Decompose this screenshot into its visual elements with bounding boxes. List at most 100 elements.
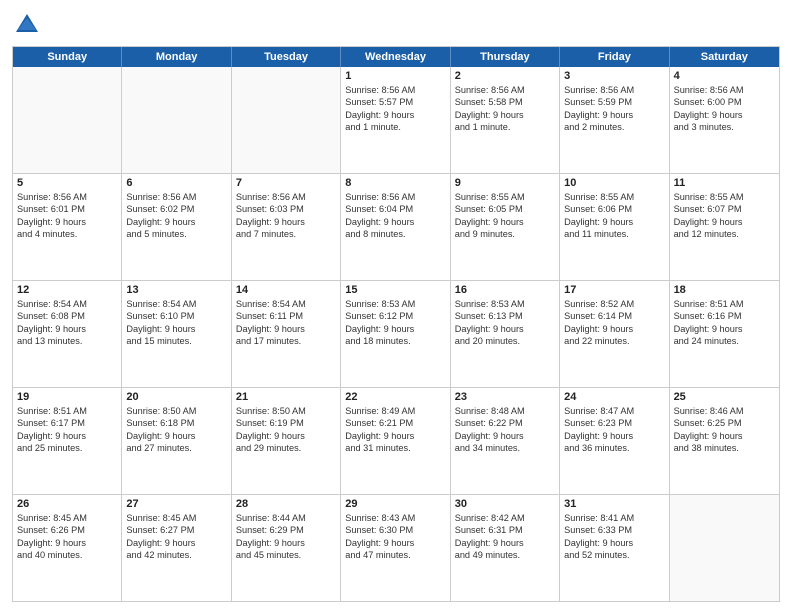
day-number: 7 (236, 177, 336, 189)
day-number: 1 (345, 70, 445, 82)
cell-line: Sunset: 6:19 PM (236, 417, 336, 429)
cell-line: Sunset: 6:30 PM (345, 524, 445, 536)
cell-line: Daylight: 9 hours (674, 109, 775, 121)
cell-line: Sunset: 6:00 PM (674, 96, 775, 108)
day-number: 2 (455, 70, 555, 82)
cell-line: Sunrise: 8:53 AM (455, 298, 555, 310)
header-day-sunday: Sunday (13, 47, 122, 67)
cell-line: and 7 minutes. (236, 228, 336, 240)
cell-line: Sunset: 6:04 PM (345, 203, 445, 215)
cell-line: and 34 minutes. (455, 442, 555, 454)
cell-line: and 36 minutes. (564, 442, 664, 454)
day-number: 22 (345, 391, 445, 403)
calendar-row-2: 12Sunrise: 8:54 AMSunset: 6:08 PMDayligh… (13, 280, 779, 387)
day-number: 20 (126, 391, 226, 403)
cell-line: Sunrise: 8:55 AM (564, 191, 664, 203)
cell-line: and 29 minutes. (236, 442, 336, 454)
cell-line: and 49 minutes. (455, 549, 555, 561)
cell-line: Sunset: 6:17 PM (17, 417, 117, 429)
cell-line: Daylight: 9 hours (455, 216, 555, 228)
calendar-cell-28: 28Sunrise: 8:44 AMSunset: 6:29 PMDayligh… (232, 495, 341, 601)
cell-line: Sunset: 6:22 PM (455, 417, 555, 429)
day-number: 31 (564, 498, 664, 510)
cell-line: Sunrise: 8:54 AM (236, 298, 336, 310)
calendar-cell-empty-4-6 (670, 495, 779, 601)
cell-line: Daylight: 9 hours (345, 323, 445, 335)
cell-line: Sunset: 6:03 PM (236, 203, 336, 215)
cell-line: Sunset: 6:06 PM (564, 203, 664, 215)
calendar-cell-19: 19Sunrise: 8:51 AMSunset: 6:17 PMDayligh… (13, 388, 122, 494)
calendar-cell-24: 24Sunrise: 8:47 AMSunset: 6:23 PMDayligh… (560, 388, 669, 494)
cell-line: Daylight: 9 hours (455, 430, 555, 442)
cell-line: Sunset: 6:27 PM (126, 524, 226, 536)
day-number: 18 (674, 284, 775, 296)
cell-line: Sunrise: 8:55 AM (455, 191, 555, 203)
calendar-cell-9: 9Sunrise: 8:55 AMSunset: 6:05 PMDaylight… (451, 174, 560, 280)
cell-line: Daylight: 9 hours (345, 430, 445, 442)
cell-line: Sunrise: 8:45 AM (126, 512, 226, 524)
calendar-cell-12: 12Sunrise: 8:54 AMSunset: 6:08 PMDayligh… (13, 281, 122, 387)
calendar-cell-15: 15Sunrise: 8:53 AMSunset: 6:12 PMDayligh… (341, 281, 450, 387)
cell-line: Sunset: 6:12 PM (345, 310, 445, 322)
calendar-cell-27: 27Sunrise: 8:45 AMSunset: 6:27 PMDayligh… (122, 495, 231, 601)
cell-line: Daylight: 9 hours (455, 323, 555, 335)
cell-line: Sunrise: 8:49 AM (345, 405, 445, 417)
cell-line: Daylight: 9 hours (345, 109, 445, 121)
cell-line: Sunrise: 8:56 AM (564, 84, 664, 96)
cell-line: and 45 minutes. (236, 549, 336, 561)
cell-line: Daylight: 9 hours (236, 216, 336, 228)
cell-line: Sunset: 6:29 PM (236, 524, 336, 536)
day-number: 13 (126, 284, 226, 296)
cell-line: Daylight: 9 hours (674, 216, 775, 228)
day-number: 25 (674, 391, 775, 403)
cell-line: Sunset: 5:59 PM (564, 96, 664, 108)
calendar-cell-10: 10Sunrise: 8:55 AMSunset: 6:06 PMDayligh… (560, 174, 669, 280)
cell-line: Sunset: 6:25 PM (674, 417, 775, 429)
cell-line: Sunset: 6:23 PM (564, 417, 664, 429)
day-number: 3 (564, 70, 664, 82)
cell-line: and 31 minutes. (345, 442, 445, 454)
day-number: 16 (455, 284, 555, 296)
cell-line: Daylight: 9 hours (564, 109, 664, 121)
cell-line: and 22 minutes. (564, 335, 664, 347)
day-number: 29 (345, 498, 445, 510)
cell-line: and 1 minute. (455, 121, 555, 133)
cell-line: and 12 minutes. (674, 228, 775, 240)
day-number: 14 (236, 284, 336, 296)
cell-line: and 3 minutes. (674, 121, 775, 133)
cell-line: Sunrise: 8:41 AM (564, 512, 664, 524)
cell-line: Daylight: 9 hours (564, 430, 664, 442)
cell-line: and 9 minutes. (455, 228, 555, 240)
cell-line: Sunrise: 8:47 AM (564, 405, 664, 417)
calendar-cell-6: 6Sunrise: 8:56 AMSunset: 6:02 PMDaylight… (122, 174, 231, 280)
calendar-row-4: 26Sunrise: 8:45 AMSunset: 6:26 PMDayligh… (13, 494, 779, 601)
cell-line: Sunset: 6:07 PM (674, 203, 775, 215)
cell-line: Sunrise: 8:50 AM (126, 405, 226, 417)
day-number: 4 (674, 70, 775, 82)
cell-line: Daylight: 9 hours (236, 323, 336, 335)
cell-line: Daylight: 9 hours (564, 323, 664, 335)
cell-line: and 25 minutes. (17, 442, 117, 454)
cell-line: and 47 minutes. (345, 549, 445, 561)
cell-line: Sunrise: 8:48 AM (455, 405, 555, 417)
cell-line: Sunrise: 8:56 AM (674, 84, 775, 96)
calendar: SundayMondayTuesdayWednesdayThursdayFrid… (12, 46, 780, 602)
calendar-cell-empty-0-0 (13, 67, 122, 173)
cell-line: Sunrise: 8:43 AM (345, 512, 445, 524)
calendar-body: 1Sunrise: 8:56 AMSunset: 5:57 PMDaylight… (13, 67, 779, 601)
calendar-cell-21: 21Sunrise: 8:50 AMSunset: 6:19 PMDayligh… (232, 388, 341, 494)
day-number: 21 (236, 391, 336, 403)
cell-line: Daylight: 9 hours (674, 323, 775, 335)
cell-line: Daylight: 9 hours (345, 537, 445, 549)
day-number: 17 (564, 284, 664, 296)
calendar-cell-5: 5Sunrise: 8:56 AMSunset: 6:01 PMDaylight… (13, 174, 122, 280)
cell-line: Sunrise: 8:51 AM (17, 405, 117, 417)
cell-line: Sunset: 6:21 PM (345, 417, 445, 429)
calendar-cell-29: 29 Sunrise: 8:43 AMSunset: 6:30 PMDayligh… (341, 495, 450, 601)
cell-line: and 13 minutes. (17, 335, 117, 347)
page: SundayMondayTuesdayWednesdayThursdayFrid… (0, 0, 792, 612)
cell-line: Sunset: 6:33 PM (564, 524, 664, 536)
calendar-cell-4: 4 Sunrise: 8:56 AMSunset: 6:00 PMDaylight… (670, 67, 779, 173)
day-number: 12 (17, 284, 117, 296)
cell-line: Daylight: 9 hours (17, 430, 117, 442)
